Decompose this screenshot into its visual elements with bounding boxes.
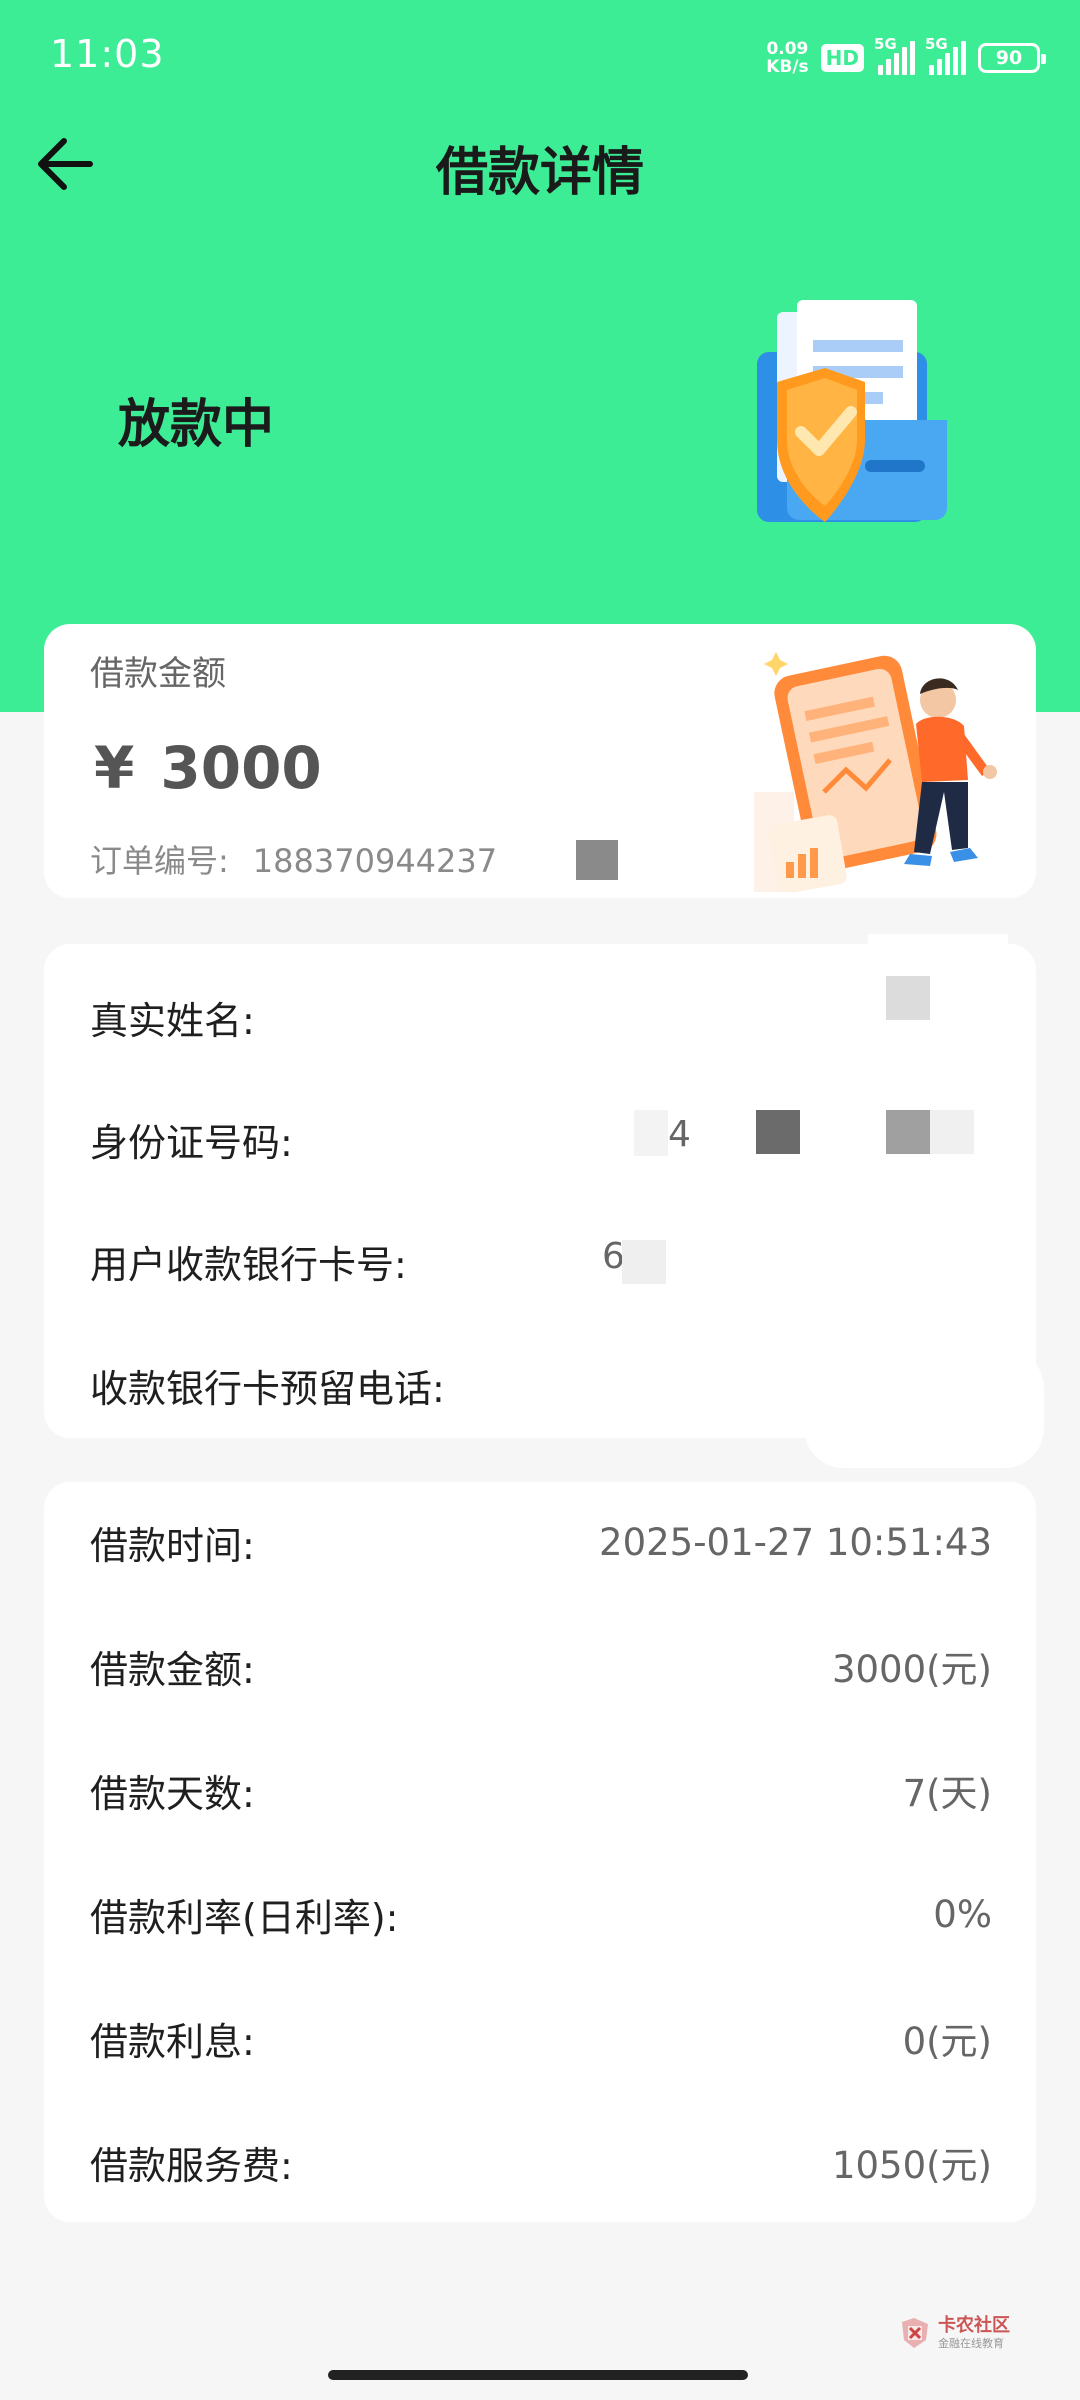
battery-icon: 90 <box>978 43 1046 73</box>
detail-value-interest: 0(元) <box>902 2020 992 2063</box>
redaction-block <box>622 1240 666 1284</box>
info-label-phone: 收款银行卡预留电话: <box>90 1367 445 1411</box>
signal-label-2: 5G <box>925 35 948 53</box>
detail-row-amount: 借款金额: 3000(元) <box>90 1636 992 1696</box>
detail-row-days: 借款天数: 7(天) <box>90 1760 992 1820</box>
phone-person-illustration <box>754 642 1034 894</box>
status-icons: 0.09 KB/s HD 5G 5G 90 <box>766 35 1046 80</box>
redaction-block <box>576 840 618 880</box>
detail-value-service-fee: 1050(元) <box>831 2144 992 2187</box>
network-speed-unit: KB/s <box>766 57 809 77</box>
amount-card: 借款金额 ¥3000 订单编号: 188370944237 <box>44 624 1036 898</box>
info-label-bank-card: 用户收款银行卡号: <box>90 1243 407 1287</box>
order-number: 188370944237 <box>252 842 498 880</box>
loan-amount: ¥3000 <box>94 734 322 802</box>
status-bar: 11:03 0.09 KB/s HD 5G 5G 90 <box>0 0 1080 118</box>
redaction-block <box>886 976 930 1020</box>
info-row-name: 真实姓名: <box>90 990 992 1050</box>
redaction-block <box>930 1110 974 1154</box>
signal-label: 5G <box>874 35 897 53</box>
loan-amount-value: 3000 <box>160 734 322 802</box>
amount-card-title: 借款金额 <box>90 654 226 694</box>
info-row-bank-card: 用户收款银行卡号: 6 <box>90 1234 992 1294</box>
detail-label-interest: 借款利息: <box>90 2019 255 2064</box>
detail-value-rate: 0% <box>933 1892 992 1936</box>
detail-label-days: 借款天数: <box>90 1771 255 1816</box>
order-number-line: 订单编号: 188370944237 <box>90 836 497 882</box>
watermark: 卡农社区 金融在线教育 <box>898 2316 1010 2350</box>
detail-label-time: 借款时间: <box>90 1523 255 1568</box>
signal-icon-2: 5G <box>925 35 966 75</box>
status-time: 11:03 <box>50 32 165 76</box>
redaction-block <box>634 1110 668 1156</box>
order-number-label: 订单编号: <box>90 842 229 880</box>
loan-status-label: 放款中 <box>118 395 275 455</box>
personal-info-card: 真实姓名: 身份证号码: 4 用户收款银行卡号: 6 收款银行卡预留电话: 1 <box>44 934 1044 1468</box>
detail-label-service-fee: 借款服务费: <box>90 2143 293 2188</box>
info-value-id-number: 4 <box>668 1114 691 1155</box>
redaction-mask <box>804 1348 1044 1468</box>
network-speed-value: 0.09 <box>766 39 809 59</box>
shield-document-icon <box>715 300 955 540</box>
info-row-id-number: 身份证号码: 4 <box>90 1112 992 1172</box>
signal-icon: 5G <box>874 35 915 75</box>
battery-level: 90 <box>995 47 1023 69</box>
currency-symbol: ¥ <box>94 734 135 802</box>
detail-row-rate: 借款利率(日利率): 0% <box>90 1884 992 1944</box>
detail-row-service-fee: 借款服务费: 1050(元) <box>90 2132 992 2192</box>
redaction-block <box>886 1110 930 1154</box>
loan-details-card: 借款时间: 2025-01-27 10:51:43 借款金额: 3000(元) … <box>44 1482 1036 2222</box>
watermark-logo-icon <box>902 2318 928 2348</box>
redaction-block <box>756 1110 800 1154</box>
watermark-name: 卡农社区 <box>938 2315 1010 2336</box>
detail-label-amount: 借款金额: <box>90 1647 255 1692</box>
page-title: 借款详情 <box>435 143 644 203</box>
detail-value-time: 2025-01-27 10:51:43 <box>599 1520 992 1564</box>
detail-value-days: 7(天) <box>902 1772 992 1815</box>
detail-row-interest: 借款利息: 0(元) <box>90 2008 992 2068</box>
info-label-name: 真实姓名: <box>90 999 255 1043</box>
watermark-slogan: 金融在线教育 <box>938 2337 1004 2350</box>
network-speed: 0.09 KB/s <box>766 40 808 76</box>
home-indicator[interactable] <box>328 2370 748 2380</box>
detail-label-rate: 借款利率(日利率): <box>90 1895 399 1940</box>
detail-value-amount: 3000(元) <box>831 1648 992 1691</box>
detail-row-time: 借款时间: 2025-01-27 10:51:43 <box>90 1512 992 1572</box>
hd-voice-icon: HD <box>820 44 864 72</box>
info-label-id-number: 身份证号码: <box>90 1121 293 1165</box>
